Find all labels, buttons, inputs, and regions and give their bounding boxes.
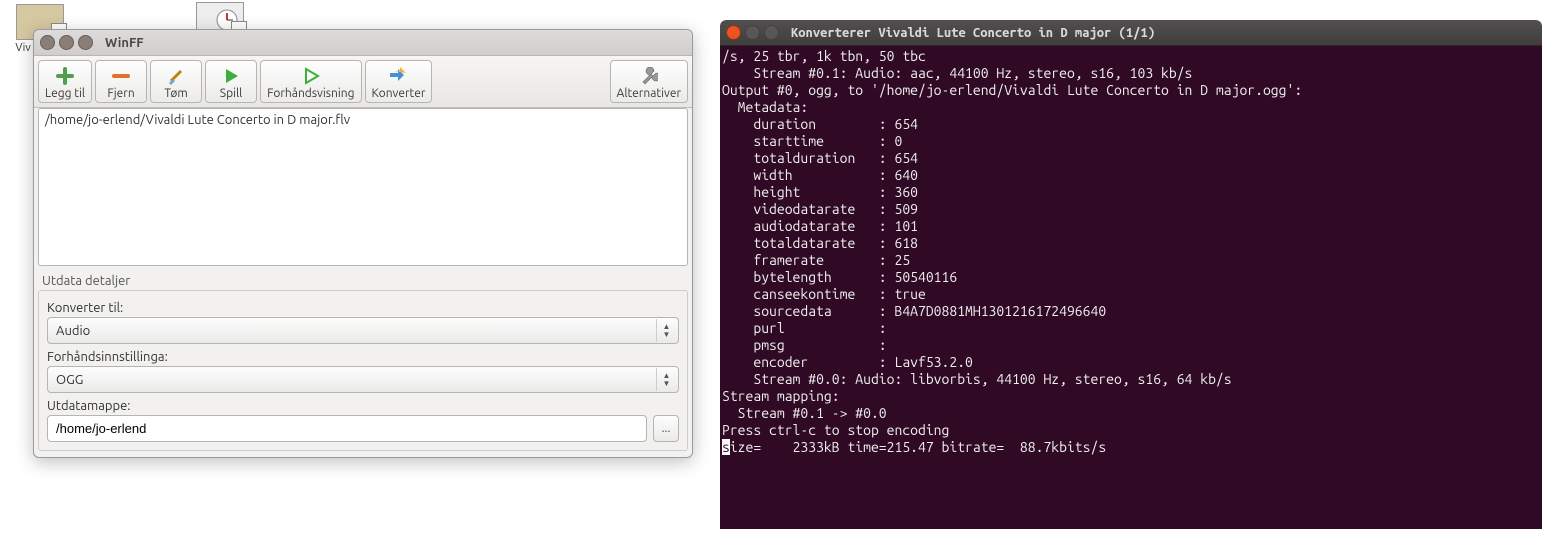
term-line: Stream #0.0: Audio: libvorbis, 44100 Hz,… [722, 371, 1232, 387]
maximize-icon[interactable] [78, 35, 93, 50]
term-line: starttime : 0 [722, 133, 902, 149]
wrench-icon [617, 65, 681, 87]
preset-combo[interactable]: OGG ▲▼ [47, 366, 679, 393]
term-line: sourcedata : B4A7D0881MH1301216172496640 [722, 303, 1106, 319]
combo-value: OGG [56, 373, 83, 387]
term-line: canseekontime : true [722, 286, 926, 302]
term-line: totalduration : 654 [722, 150, 918, 166]
terminal-cursor: s [722, 439, 730, 455]
terminal-output[interactable]: /s, 25 tbr, 1k tbn, 50 tbc Stream #0.1: … [720, 46, 1542, 529]
term-line: Stream #0.1 -> #0.0 [722, 405, 887, 421]
term-line: framerate : 25 [722, 252, 910, 268]
term-line: bytelength : 50540116 [722, 269, 957, 285]
term-line: Press ctrl-c to stop encoding [722, 422, 949, 438]
term-status: ize= 2333kB time=215.47 bitrate= 88.7kbi… [730, 439, 1106, 455]
window-title: WinFF [105, 36, 144, 50]
play-outline-icon [267, 65, 354, 87]
add-button[interactable]: Legg til [38, 60, 92, 103]
winff-window: WinFF Legg til Fjern Tøm Spill [33, 29, 693, 458]
term-line: height : 360 [722, 184, 918, 200]
term-line: audiodatarate : 101 [722, 218, 918, 234]
options-button[interactable]: Alternativer [610, 60, 688, 103]
term-line: Output #0, ogg, to '/home/jo-erlend/Viva… [722, 82, 1302, 98]
chevron-updown-icon: ▲▼ [656, 368, 676, 391]
button-label: Konverter [372, 87, 426, 100]
close-icon[interactable] [726, 25, 741, 40]
button-label: Tøm [157, 87, 195, 100]
button-label: Alternativer [617, 87, 681, 100]
term-line: duration : 654 [722, 116, 918, 132]
browse-button[interactable]: ... [653, 415, 679, 442]
term-line: width : 640 [722, 167, 918, 183]
minimize-icon[interactable] [745, 25, 760, 40]
term-line: Metadata: [722, 99, 808, 115]
file-list-item[interactable]: /home/jo-erlend/Vivaldi Lute Concerto in… [45, 113, 681, 127]
clear-button[interactable]: Tøm [150, 60, 202, 103]
button-label: Legg til [45, 87, 85, 100]
plus-icon [45, 65, 85, 87]
convert-button[interactable]: Konverter [365, 60, 433, 103]
term-line: pmsg : [722, 337, 894, 353]
term-line: Stream mapping: [722, 388, 840, 404]
output-dir-input[interactable] [47, 415, 647, 442]
convert-to-combo[interactable]: Audio ▲▼ [47, 317, 679, 344]
term-line: totaldatarate : 618 [722, 235, 918, 251]
convert-to-label: Konverter til: [47, 301, 679, 315]
play-button[interactable]: Spill [205, 60, 257, 103]
terminal-window: Konverterer Vivaldi Lute Concerto in D m… [720, 20, 1542, 529]
minus-icon [102, 65, 140, 87]
winff-toolbar: Legg til Fjern Tøm Spill Forhåndsvisning [34, 56, 692, 108]
combo-value: Audio [56, 324, 90, 338]
broom-icon [157, 65, 195, 87]
button-label: Forhåndsvisning [267, 87, 354, 100]
preview-button[interactable]: Forhåndsvisning [260, 60, 361, 103]
ellipsis-icon: ... [662, 422, 671, 435]
term-line: purl : [722, 320, 894, 336]
convert-arrows-icon [372, 65, 426, 87]
file-list[interactable]: /home/jo-erlend/Vivaldi Lute Concerto in… [38, 108, 688, 266]
remove-button[interactable]: Fjern [95, 60, 147, 103]
play-icon [212, 65, 250, 87]
output-details-label: Utdata detaljer [34, 270, 692, 290]
maximize-icon[interactable] [764, 25, 779, 40]
terminal-titlebar[interactable]: Konverterer Vivaldi Lute Concerto in D m… [720, 20, 1542, 46]
preset-label: Forhåndsinnstillinga: [47, 350, 679, 364]
outdir-label: Utdatamappe: [47, 399, 679, 413]
term-line: Stream #0.1: Audio: aac, 44100 Hz, stere… [722, 65, 1192, 81]
output-details-panel: Konverter til: Audio ▲▼ Forhåndsinnstill… [38, 290, 688, 451]
button-label: Spill [212, 87, 250, 100]
minimize-icon[interactable] [59, 35, 74, 50]
window-title: Konverterer Vivaldi Lute Concerto in D m… [791, 26, 1155, 40]
term-line: /s, 25 tbr, 1k tbn, 50 tbc [722, 48, 926, 64]
close-icon[interactable] [40, 35, 55, 50]
term-line: videodatarate : 509 [722, 201, 918, 217]
term-line: encoder : Lavf53.2.0 [722, 354, 973, 370]
chevron-updown-icon: ▲▼ [656, 319, 676, 342]
winff-titlebar[interactable]: WinFF [34, 30, 692, 56]
button-label: Fjern [102, 87, 140, 100]
